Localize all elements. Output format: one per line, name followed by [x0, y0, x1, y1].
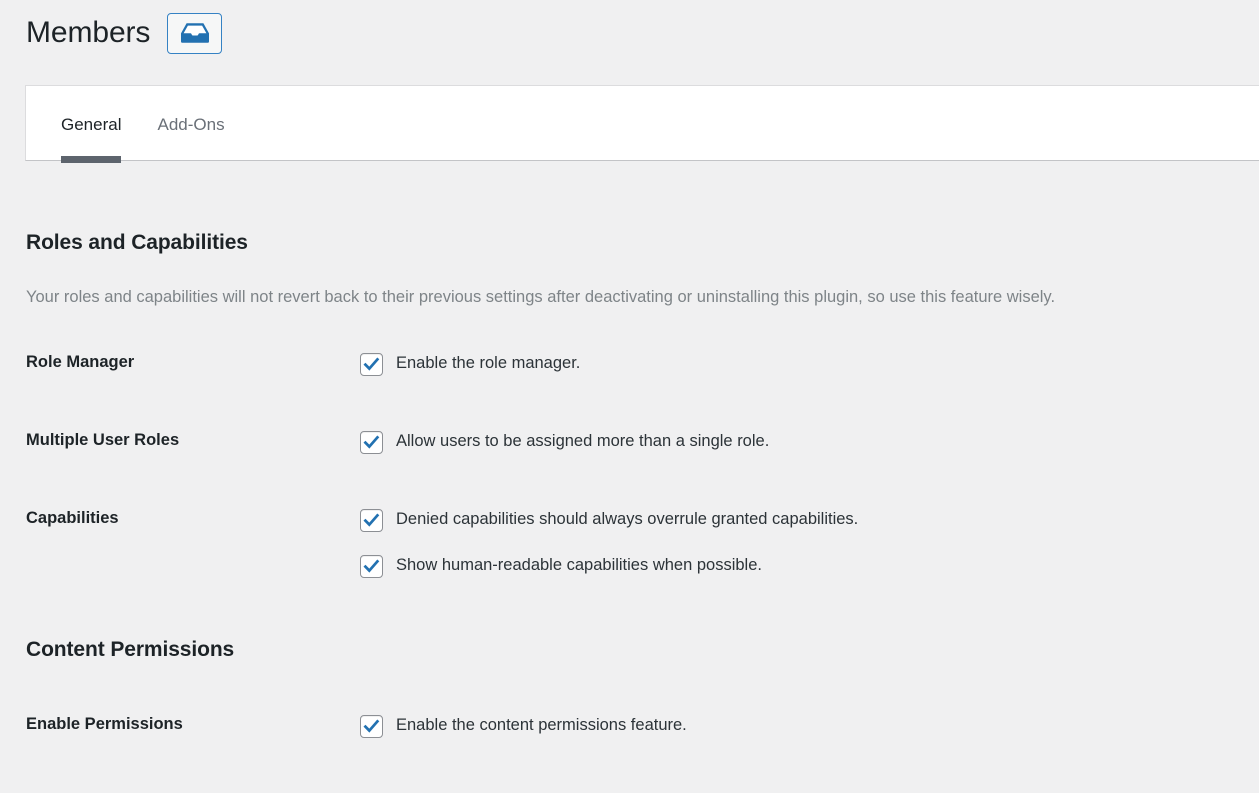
field-row-enable-permissions: Enable Permissions Enable the content pe…: [26, 714, 1259, 738]
checkbox-multiple-roles[interactable]: [360, 431, 383, 454]
page-title: Members: [26, 16, 151, 49]
field-row-role-manager: Role Manager Enable the role manager.: [26, 352, 1259, 376]
checkmark-icon: [363, 434, 380, 451]
tab-bar: General Add-Ons: [25, 85, 1259, 163]
field-controls-enable-permissions: Enable the content permissions feature.: [360, 714, 1259, 738]
section-heading-content-permissions: Content Permissions: [26, 638, 235, 661]
inbox-tray-icon: [180, 21, 210, 45]
field-label-multiple-user-roles: Multiple User Roles: [26, 431, 180, 449]
page-header: Members: [0, 0, 1259, 54]
checkbox-row-enable-role-manager[interactable]: Enable the role manager.: [360, 352, 1259, 376]
checkbox-human-readable-capabilities[interactable]: [360, 555, 383, 578]
checkbox-row-multiple-roles[interactable]: Allow users to be assigned more than a s…: [360, 430, 1259, 454]
tab-general[interactable]: General: [61, 86, 122, 163]
field-label-enable-permissions: Enable Permissions: [26, 715, 183, 733]
section-heading-roles-and-capabilities: Roles and Capabilities: [26, 231, 248, 254]
checkbox-label-multiple-roles: Allow users to be assigned more than a s…: [396, 432, 770, 450]
field-controls-role-manager: Enable the role manager.: [360, 352, 1259, 376]
field-label-capabilities: Capabilities: [26, 509, 119, 527]
checkmark-icon: [363, 718, 380, 735]
section-description-roles-and-capabilities: Your roles and capabilities will not rev…: [26, 288, 1056, 306]
checkbox-row-enable-content-permissions[interactable]: Enable the content permissions feature.: [360, 714, 1259, 738]
checkbox-row-human-readable-capabilities[interactable]: Show human-readable capabilities when po…: [360, 554, 1259, 578]
checkbox-label-enable-role-manager: Enable the role manager.: [396, 354, 581, 372]
checkbox-label-denied-capabilities: Denied capabilities should always overru…: [396, 510, 859, 528]
checkbox-denied-capabilities[interactable]: [360, 509, 383, 532]
checkmark-icon: [363, 558, 380, 575]
tab-add-ons[interactable]: Add-Ons: [157, 86, 224, 162]
field-label-role-manager: Role Manager: [26, 353, 135, 371]
field-controls-capabilities: Denied capabilities should always overru…: [360, 508, 1259, 578]
field-row-multiple-user-roles: Multiple User Roles Allow users to be as…: [26, 430, 1259, 454]
checkbox-enable-role-manager[interactable]: [360, 353, 383, 376]
settings-content: Roles and Capabilities Your roles and ca…: [0, 161, 1259, 738]
field-controls-multiple-user-roles: Allow users to be assigned more than a s…: [360, 430, 1259, 454]
checkbox-label-human-readable-capabilities: Show human-readable capabilities when po…: [396, 556, 762, 574]
field-row-capabilities: Capabilities Denied capabilities should …: [26, 508, 1259, 578]
checkbox-enable-content-permissions[interactable]: [360, 715, 383, 738]
checkmark-icon: [363, 512, 380, 529]
checkbox-row-denied-capabilities[interactable]: Denied capabilities should always overru…: [360, 508, 1259, 532]
checkmark-icon: [363, 356, 380, 373]
checkbox-label-enable-content-permissions: Enable the content permissions feature.: [396, 716, 687, 734]
members-inbox-icon-button[interactable]: [167, 12, 223, 54]
